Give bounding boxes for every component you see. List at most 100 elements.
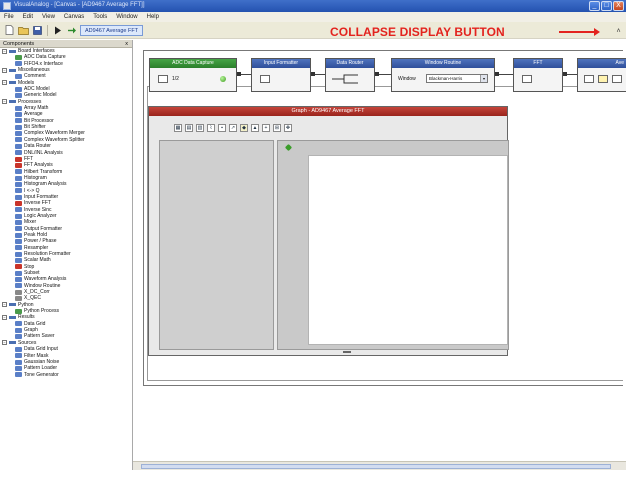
- components-tree: − Board Interfaces ADC Data Capture FIFO4.x…: [0, 48, 132, 378]
- window-select[interactable]: Blackman-Harris ▾: [426, 74, 488, 83]
- component-icon: [15, 175, 22, 181]
- close-panel-icon[interactable]: x: [125, 40, 128, 48]
- toolbar-separator: [47, 24, 48, 36]
- menu-edit[interactable]: Edit: [23, 14, 33, 20]
- component-icon: [15, 188, 22, 194]
- menu-canvas[interactable]: Canvas: [64, 14, 84, 20]
- component-icon: [15, 162, 22, 168]
- average-output-icon[interactable]: [612, 75, 622, 83]
- horizontal-scrollbar[interactable]: [133, 461, 626, 470]
- block-input-formatter[interactable]: Input Formatter: [251, 58, 311, 92]
- output-node[interactable]: [563, 72, 567, 76]
- run-icon[interactable]: [52, 25, 63, 36]
- component-icon: [15, 74, 22, 80]
- capture-value: 1/2: [172, 76, 179, 82]
- graph-pan-icon[interactable]: ✥: [284, 124, 292, 132]
- component-icon: [15, 105, 22, 111]
- formatter-icon[interactable]: [260, 75, 270, 83]
- resize-grip-icon[interactable]: [343, 351, 351, 353]
- new-file-icon[interactable]: [4, 25, 15, 36]
- open-folder-icon[interactable]: [18, 25, 29, 36]
- collapse-toggle-icon[interactable]: −: [2, 302, 7, 308]
- graph-zoom-icon[interactable]: ⊞: [273, 124, 281, 132]
- folder-icon: [9, 68, 16, 72]
- collapse-display-annotation: COLLAPSE DISPLAY BUTTON: [330, 25, 606, 39]
- graph-crosshair-icon[interactable]: +: [262, 124, 270, 132]
- component-icon: [15, 245, 22, 251]
- chevron-down-icon[interactable]: ▾: [480, 75, 487, 82]
- graph-window: Graph - AD9467 Average FFT ▦ ▤ ▥ ⌇ ▪ ↗ ◆…: [148, 106, 509, 356]
- maximize-button[interactable]: □: [601, 1, 612, 11]
- canvas-tab[interactable]: AD9467 Average FFT: [80, 24, 144, 36]
- component-icon: [15, 150, 22, 156]
- graph-list-icon[interactable]: ▤: [185, 124, 193, 132]
- app-icon: [3, 2, 11, 10]
- menu-help[interactable]: Help: [147, 14, 159, 20]
- plot-area[interactable]: [308, 155, 508, 345]
- component-icon: [15, 365, 22, 371]
- close-button[interactable]: X: [613, 1, 624, 11]
- component-icon: [15, 137, 22, 143]
- block-average[interactable]: Ave: [577, 58, 626, 92]
- components-header: Components x: [0, 40, 132, 48]
- component-icon: [15, 289, 22, 295]
- output-node[interactable]: [237, 72, 241, 76]
- graph-grid-icon[interactable]: ▥: [196, 124, 204, 132]
- component-icon: [15, 296, 22, 302]
- collapse-toggle-icon[interactable]: −: [2, 340, 7, 346]
- component-icon: [15, 93, 22, 99]
- fft-icon[interactable]: [522, 75, 532, 83]
- folder-icon: [9, 49, 16, 53]
- menu-window[interactable]: Window: [116, 14, 137, 20]
- window-label: Window: [398, 76, 416, 82]
- collapse-toggle-icon[interactable]: −: [2, 80, 7, 86]
- minimize-button[interactable]: _: [589, 1, 600, 11]
- collapse-toggle-icon[interactable]: −: [2, 99, 7, 105]
- block-fft[interactable]: FFT: [513, 58, 563, 92]
- save-icon[interactable]: [32, 25, 43, 36]
- output-node[interactable]: [495, 72, 499, 76]
- component-icon: [15, 327, 22, 333]
- output-node[interactable]: [375, 72, 379, 76]
- collapse-toggle-icon[interactable]: −: [2, 315, 7, 321]
- status-led-icon: [220, 76, 226, 82]
- component-icon: [15, 308, 22, 314]
- graph-save-icon[interactable]: ▪: [218, 124, 226, 132]
- component-icon: [15, 55, 22, 61]
- folder-icon: [9, 100, 16, 104]
- menu-view[interactable]: View: [42, 14, 55, 20]
- component-icon: [15, 277, 22, 283]
- component-icon: [15, 372, 22, 378]
- menu-tools[interactable]: Tools: [93, 14, 107, 20]
- graph-peak-icon[interactable]: ▲: [251, 124, 259, 132]
- tree-item[interactable]: Tone Generator: [0, 372, 132, 378]
- average-icon[interactable]: [584, 75, 594, 83]
- capture-icon[interactable]: [158, 75, 168, 83]
- block-title: Input Formatter: [252, 59, 310, 68]
- component-icon: [15, 283, 22, 289]
- graph-table-icon[interactable]: ▦: [174, 124, 182, 132]
- component-icon: [15, 200, 22, 206]
- output-node[interactable]: [311, 72, 315, 76]
- scrollbar-thumb[interactable]: [141, 464, 611, 469]
- block-window-routine[interactable]: Window Routine Window Blackman-Harris ▾: [391, 58, 495, 92]
- graph-plot-icon[interactable]: ⌇: [207, 124, 215, 132]
- collapse-toggle-icon[interactable]: −: [2, 67, 7, 73]
- collapse-toggle-icon[interactable]: −: [2, 48, 7, 54]
- component-icon: [15, 321, 22, 327]
- component-icon: [15, 124, 22, 130]
- block-title: Ave: [578, 59, 626, 68]
- block-adc-data-capture[interactable]: ADC Data Capture 1/2: [149, 58, 237, 92]
- menu-file[interactable]: File: [4, 14, 14, 20]
- component-icon: [15, 251, 22, 257]
- continuous-run-icon[interactable]: [66, 25, 77, 36]
- component-icon: [15, 207, 22, 213]
- component-icon: [15, 270, 22, 276]
- average-settings-icon[interactable]: [598, 75, 608, 83]
- collapse-display-button[interactable]: ˄: [614, 27, 623, 36]
- block-data-router[interactable]: Data Router: [325, 58, 375, 92]
- component-icon: [15, 156, 22, 162]
- graph-export-icon[interactable]: ↗: [229, 124, 237, 132]
- annotation-label: COLLAPSE DISPLAY BUTTON: [330, 25, 505, 39]
- graph-marker-icon[interactable]: ◆: [240, 124, 248, 132]
